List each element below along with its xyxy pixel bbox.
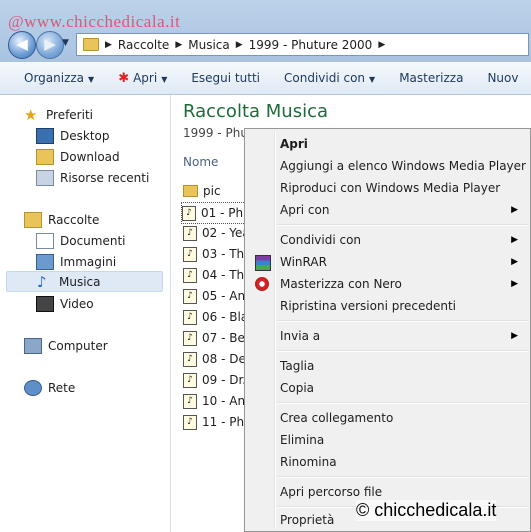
audio-file-icon: ♪ bbox=[183, 414, 197, 430]
audio-file-icon: ♪ bbox=[183, 309, 197, 325]
nav-item-favorites[interactable]: ★ Preferiti bbox=[24, 104, 186, 125]
list-item[interactable]: ♪ 02 - Yea bbox=[183, 223, 250, 243]
audio-file-icon: ♪ bbox=[183, 351, 197, 367]
breadcrumb-album[interactable]: 1999 - Phuture 2000 bbox=[249, 38, 373, 52]
menu-item-winrar[interactable]: WinRAR ▶ bbox=[247, 251, 528, 273]
audio-file-icon: ♪ bbox=[183, 393, 197, 409]
nav-item-network[interactable]: Rete bbox=[24, 377, 186, 398]
list-item-folder[interactable]: pic bbox=[183, 181, 221, 201]
menu-separator bbox=[277, 402, 528, 404]
new-folder-button[interactable]: Nuov bbox=[487, 71, 518, 85]
menu-item-restore[interactable]: Ripristina versioni precedenti bbox=[247, 295, 528, 317]
media-player-icon: ✱ bbox=[118, 70, 130, 86]
list-item[interactable]: ♪ 06 - Bla bbox=[183, 307, 248, 327]
submenu-arrow-icon: ▶ bbox=[511, 331, 518, 341]
video-icon bbox=[36, 295, 54, 312]
download-folder-icon bbox=[36, 148, 54, 165]
nav-item-libraries[interactable]: Raccolte bbox=[24, 209, 186, 230]
window-titlebar: @www.chicchedicala.it ◀ ▶ ▼ ▶ Raccolte ▶… bbox=[0, 0, 531, 62]
caret-down-icon: ▼ bbox=[88, 75, 95, 84]
share-with-button[interactable]: Condividi con ▼ bbox=[284, 71, 375, 85]
list-item[interactable]: ♪ 05 - Anc bbox=[183, 286, 252, 306]
folder-icon bbox=[183, 185, 198, 197]
play-all-button[interactable]: Esegui tutti bbox=[191, 71, 260, 85]
desktop-icon bbox=[36, 127, 54, 144]
list-item[interactable]: ♪ 07 - Bee bbox=[183, 328, 252, 348]
computer-icon bbox=[24, 337, 42, 354]
menu-item-add-wmp[interactable]: Aggiungi a elenco Windows Media Player bbox=[247, 155, 528, 177]
chevron-right-icon[interactable]: ▶ bbox=[105, 40, 112, 50]
menu-separator bbox=[277, 224, 528, 226]
menu-item-copy[interactable]: Copia bbox=[247, 377, 528, 399]
submenu-arrow-icon: ▶ bbox=[511, 257, 518, 267]
audio-file-icon: ♪ bbox=[183, 372, 197, 388]
copyright-watermark: © chicchedicala.it bbox=[356, 500, 497, 521]
chevron-right-icon[interactable]: ▶ bbox=[378, 40, 385, 50]
chevron-right-icon[interactable]: ▶ bbox=[175, 40, 182, 50]
libraries-icon bbox=[24, 211, 42, 228]
images-icon bbox=[36, 253, 54, 270]
audio-file-icon: ♪ bbox=[183, 267, 197, 283]
menu-item-play-wmp[interactable]: Riproduci con Windows Media Player bbox=[247, 177, 528, 199]
caret-down-icon: ▼ bbox=[369, 75, 376, 84]
menu-separator bbox=[277, 476, 528, 478]
star-icon: ★ bbox=[24, 105, 38, 124]
list-item[interactable]: ♪ 11 - Phu bbox=[183, 412, 252, 432]
caret-down-icon: ▼ bbox=[161, 74, 168, 84]
chevron-right-icon[interactable]: ▶ bbox=[236, 40, 243, 50]
context-menu: Apri Aggiungi a elenco Windows Media Pla… bbox=[244, 128, 531, 532]
submenu-arrow-icon: ▶ bbox=[511, 279, 518, 289]
list-item[interactable]: ♪ 04 - The bbox=[183, 265, 252, 285]
menu-item-burn-nero[interactable]: Masterizza con Nero ▶ bbox=[247, 273, 528, 295]
command-bar: Organizza ▼ ✱ Apri ▼ Esegui tutti Condividi… bbox=[0, 62, 531, 95]
audio-file-icon: ♪ bbox=[182, 205, 196, 221]
organize-button[interactable]: Organizza ▼ bbox=[24, 71, 94, 85]
folder-icon bbox=[83, 38, 99, 51]
winrar-icon bbox=[255, 255, 271, 271]
menu-item-create-shortcut[interactable]: Crea collegamento bbox=[247, 407, 528, 429]
menu-item-cut[interactable]: Taglia bbox=[247, 355, 528, 377]
submenu-arrow-icon: ▶ bbox=[511, 235, 518, 245]
nav-item-computer[interactable]: Computer bbox=[24, 335, 186, 356]
open-button[interactable]: ✱ Apri ▼ bbox=[118, 71, 167, 86]
menu-item-open-with[interactable]: Apri con ▶ bbox=[247, 199, 528, 221]
audio-file-icon: ♪ bbox=[183, 225, 197, 241]
audio-file-icon: ♪ bbox=[183, 330, 197, 346]
list-item[interactable]: ♪ 10 - Ang bbox=[183, 391, 253, 411]
recent-pages-dropdown-icon[interactable]: ▼ bbox=[62, 38, 69, 48]
menu-item-rename[interactable]: Rinomina bbox=[247, 451, 528, 473]
menu-item-open[interactable]: Apri bbox=[247, 133, 528, 155]
back-button[interactable]: ◀ bbox=[8, 31, 36, 59]
list-item-selected[interactable]: ♪ 01 - Phu bbox=[181, 202, 252, 224]
forward-button[interactable]: ▶ bbox=[36, 31, 64, 59]
burn-button[interactable]: Masterizza bbox=[399, 71, 463, 85]
watermark-text: @www.chicchedicala.it bbox=[8, 12, 181, 31]
network-icon bbox=[24, 379, 42, 396]
menu-separator bbox=[277, 350, 528, 352]
nero-icon bbox=[255, 277, 269, 291]
menu-item-share-with[interactable]: Condividi con ▶ bbox=[247, 229, 528, 251]
menu-item-send-to[interactable]: Invia a ▶ bbox=[247, 325, 528, 347]
audio-file-icon: ♪ bbox=[183, 246, 197, 262]
music-note-icon: ♪ bbox=[37, 272, 47, 291]
submenu-arrow-icon: ▶ bbox=[511, 205, 518, 215]
column-header-name[interactable]: Nome bbox=[183, 155, 218, 169]
breadcrumb-musica[interactable]: Musica bbox=[188, 38, 230, 52]
audio-file-icon: ♪ bbox=[183, 288, 197, 304]
menu-separator bbox=[277, 320, 528, 322]
menu-item-delete[interactable]: Elimina bbox=[247, 429, 528, 451]
navigation-pane: ★ Preferiti Desktop Download Risorse rece… bbox=[0, 95, 171, 532]
nav-item-music[interactable]: ♪ Musica bbox=[6, 271, 163, 292]
breadcrumb-raccolte[interactable]: Raccolte bbox=[118, 38, 169, 52]
documents-icon bbox=[36, 232, 54, 249]
address-bar[interactable]: ▶ Raccolte ▶ Musica ▶ 1999 - Phuture 200… bbox=[76, 33, 529, 56]
list-item[interactable]: ♪ 09 - Dr. bbox=[183, 370, 246, 390]
list-item[interactable]: ♪ 03 - The bbox=[183, 244, 252, 264]
library-title: Raccolta Musica bbox=[183, 101, 329, 122]
list-item[interactable]: ♪ 08 - Dee bbox=[183, 349, 253, 369]
recent-places-icon bbox=[36, 169, 54, 186]
